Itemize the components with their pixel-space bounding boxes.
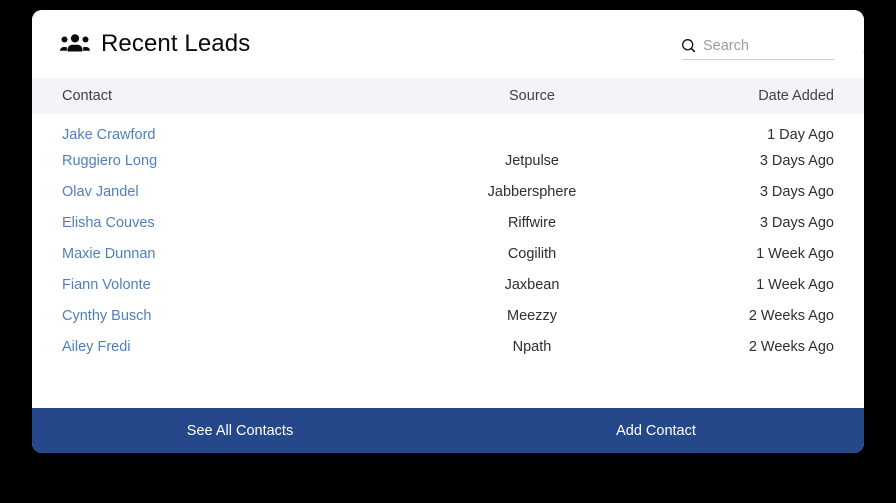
table-row: Jake Crawford 1 Day Ago bbox=[32, 114, 864, 145]
column-header-source[interactable]: Source bbox=[422, 78, 642, 114]
contact-link[interactable]: Cynthy Busch bbox=[62, 308, 151, 324]
date-added-value: 2 Weeks Ago bbox=[748, 338, 834, 355]
table-row: Fiann Volonte Jaxbean 1 Week Ago bbox=[32, 269, 864, 300]
page-title: Recent Leads bbox=[101, 30, 251, 57]
contact-link[interactable]: Ailey Fredi bbox=[62, 339, 131, 355]
contact-link[interactable]: Elisha Couves bbox=[62, 215, 155, 231]
card-header: Recent Leads bbox=[32, 10, 864, 78]
users-icon bbox=[60, 32, 90, 56]
table-head: Contact Source Date Added bbox=[32, 78, 864, 114]
source-value: Cogilith bbox=[507, 245, 557, 262]
column-header-contact[interactable]: Contact bbox=[32, 78, 422, 114]
source-value bbox=[422, 114, 642, 145]
table-row: Maxie Dunnan Cogilith 1 Week Ago bbox=[32, 238, 864, 269]
source-value: Riffwire bbox=[507, 214, 557, 231]
leads-table: Contact Source Date Added Jake Crawford … bbox=[32, 78, 864, 362]
date-added-value: 1 Week Ago bbox=[756, 245, 834, 262]
contact-link[interactable]: Fiann Volonte bbox=[62, 277, 151, 293]
date-added-value: 2 Weeks Ago bbox=[748, 307, 834, 324]
contact-link[interactable]: Olav Jandel bbox=[62, 184, 139, 200]
card-footer: See All Contacts Add Contact bbox=[32, 408, 864, 453]
source-value: Jabbersphere bbox=[487, 183, 577, 200]
table-row: Elisha Couves Riffwire 3 Days Ago bbox=[32, 207, 864, 238]
see-all-contacts-button[interactable]: See All Contacts bbox=[32, 408, 448, 453]
search-icon bbox=[682, 38, 696, 53]
table-header-row: Contact Source Date Added bbox=[32, 78, 864, 114]
table-row: Cynthy Busch Meezzy 2 Weeks Ago bbox=[32, 300, 864, 331]
source-value: Npath bbox=[512, 338, 552, 355]
source-value: Jaxbean bbox=[504, 276, 560, 293]
table-row: Ailey Fredi Npath 2 Weeks Ago bbox=[32, 331, 864, 362]
table-row: Olav Jandel Jabbersphere 3 Days Ago bbox=[32, 176, 864, 207]
caret-up-icon[interactable] bbox=[862, 44, 864, 53]
date-added-value: 1 Day Ago bbox=[767, 126, 834, 143]
contact-link[interactable]: Jake Crawford bbox=[62, 127, 155, 143]
table-body: Jake Crawford 1 Day Ago Ruggiero Long Je… bbox=[32, 114, 864, 362]
date-added-value: 3 Days Ago bbox=[759, 214, 834, 231]
source-value: Meezzy bbox=[507, 307, 557, 324]
source-value: Jetpulse bbox=[504, 152, 559, 169]
search-input[interactable] bbox=[703, 36, 823, 55]
date-added-value: 1 Week Ago bbox=[756, 276, 834, 293]
table-row: Ruggiero Long Jetpulse 3 Days Ago bbox=[32, 145, 864, 176]
title-group: Recent Leads bbox=[60, 32, 250, 56]
date-added-value: 3 Days Ago bbox=[759, 152, 834, 169]
add-contact-button[interactable]: Add Contact bbox=[448, 408, 864, 453]
contact-link[interactable]: Maxie Dunnan bbox=[62, 246, 156, 262]
contact-link[interactable]: Ruggiero Long bbox=[62, 153, 157, 169]
column-header-date-added[interactable]: Date Added bbox=[642, 78, 864, 114]
recent-leads-card: Recent Leads Contact Source Date Added J… bbox=[32, 10, 864, 453]
search-box[interactable] bbox=[682, 32, 834, 60]
date-added-value: 3 Days Ago bbox=[759, 183, 834, 200]
